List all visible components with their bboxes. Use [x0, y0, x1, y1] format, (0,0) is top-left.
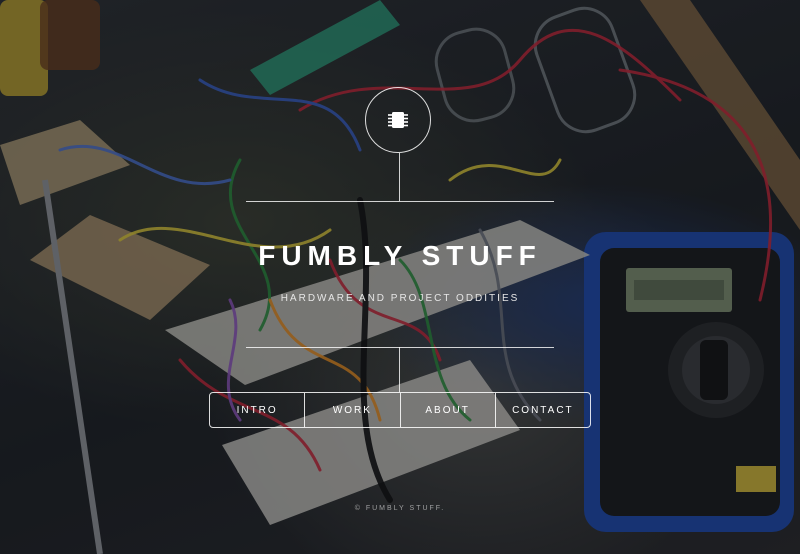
page: FUMBLY STUFF HARDWARE AND PROJECT ODDITI…	[0, 0, 800, 554]
nav-contact-link[interactable]: CONTACT	[494, 393, 590, 427]
site-logo	[365, 87, 431, 153]
nav-connector-line	[399, 347, 400, 392]
logo-connector-line	[399, 153, 400, 201]
copyright-text: © FUMBLY STUFF.	[354, 505, 446, 512]
site-title: FUMBLY STUFF	[258, 240, 542, 271]
nav-intro-link[interactable]: INTRO	[210, 393, 304, 427]
nav-about-link[interactable]: ABOUT	[399, 393, 495, 427]
main-nav: INTRO WORK ABOUT CONTACT	[209, 392, 591, 428]
site-subtitle: HARDWARE AND PROJECT ODDITIES	[280, 293, 520, 304]
site-header: FUMBLY STUFF HARDWARE AND PROJECT ODDITI…	[0, 0, 800, 554]
divider-bottom	[246, 347, 554, 348]
chip-icon	[388, 112, 408, 128]
nav-work-link[interactable]: WORK	[304, 393, 399, 427]
divider-top	[246, 201, 554, 202]
